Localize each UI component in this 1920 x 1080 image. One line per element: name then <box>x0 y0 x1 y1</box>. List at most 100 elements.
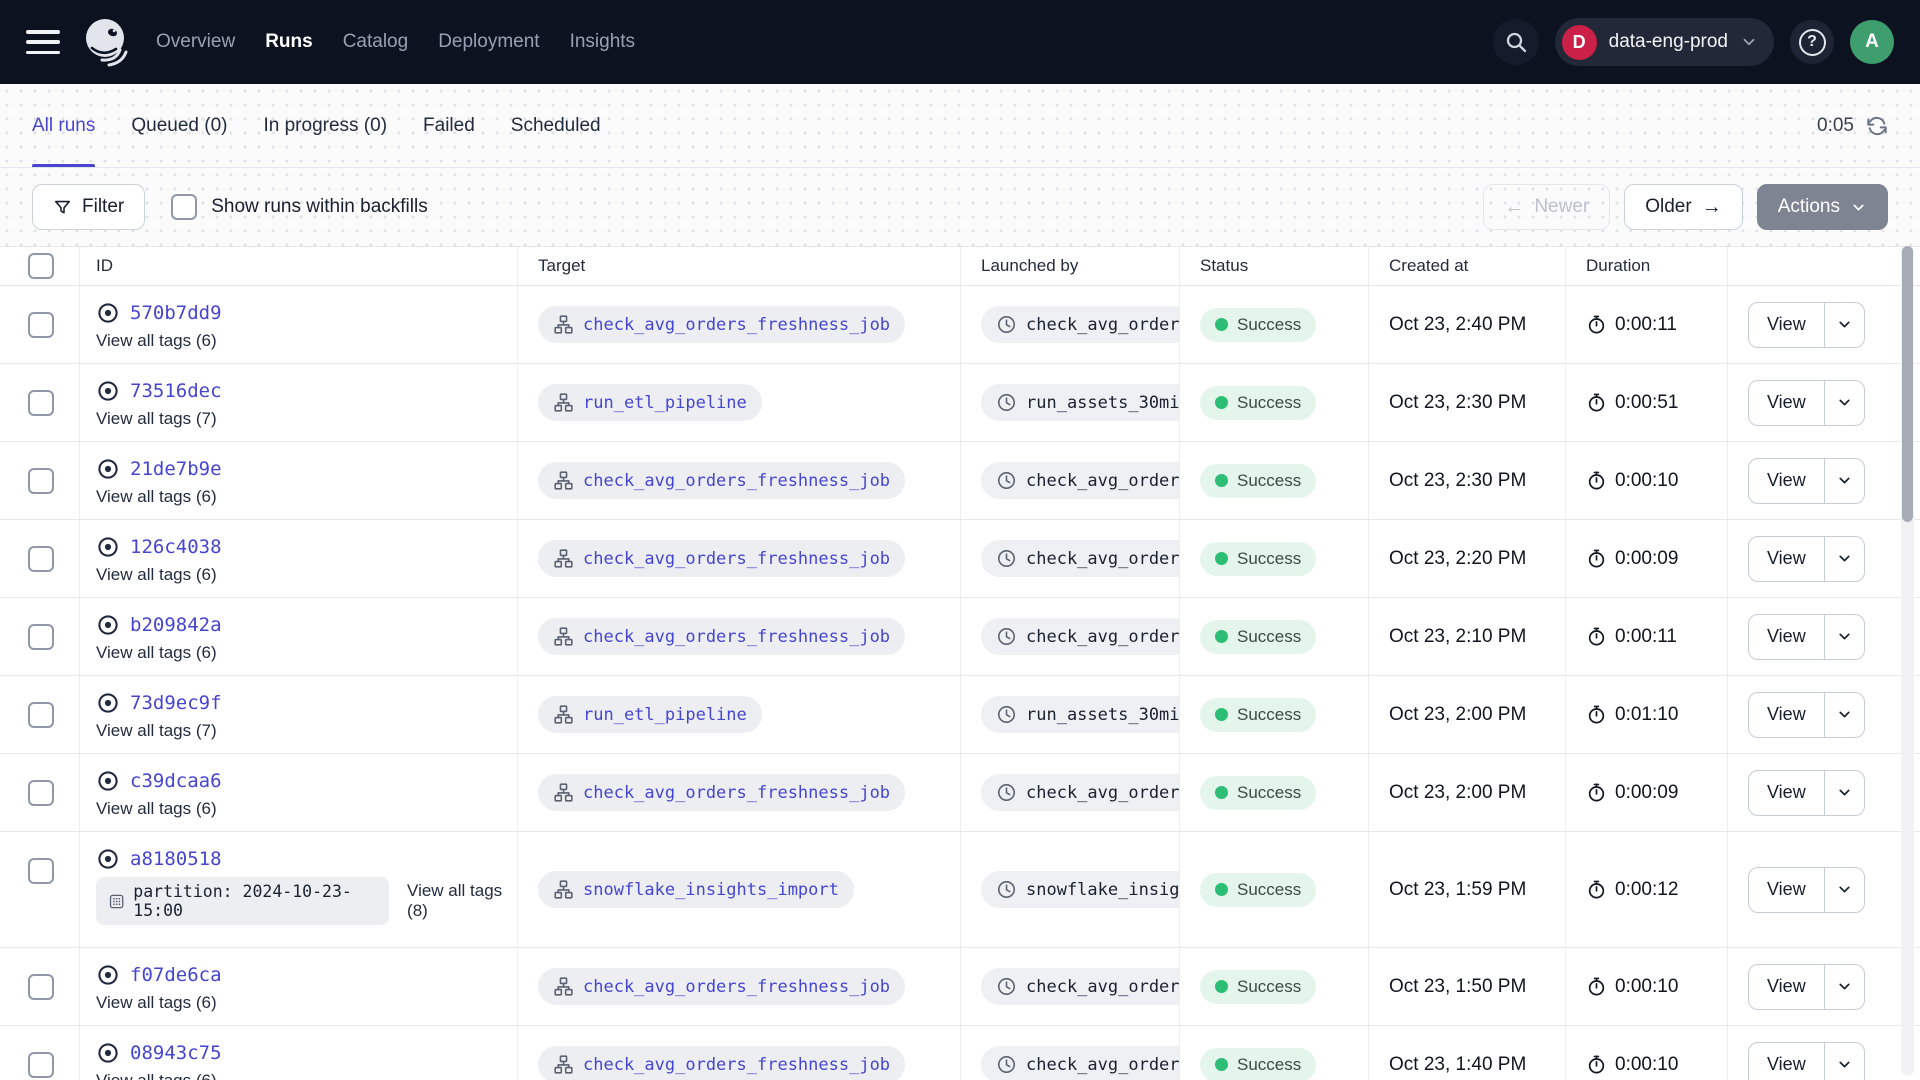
view-dropdown-toggle[interactable] <box>1824 459 1864 503</box>
launched-by-pill[interactable]: check_avg_order… <box>981 618 1180 655</box>
tab-in-progress[interactable]: In progress (0) <box>263 84 387 167</box>
launched-by-pill[interactable]: check_avg_order… <box>981 774 1180 811</box>
dagster-logo-icon[interactable] <box>82 16 130 68</box>
nav-item-runs[interactable]: Runs <box>265 31 313 53</box>
view-dropdown-toggle[interactable] <box>1824 868 1864 912</box>
launched-by-pill[interactable]: run_assets_30min <box>981 384 1180 421</box>
target-job-pill[interactable]: check_avg_orders_freshness_job <box>538 618 905 655</box>
filter-button[interactable]: Filter <box>32 184 145 230</box>
target-job-pill[interactable]: check_avg_orders_freshness_job <box>538 1046 905 1080</box>
row-checkbox[interactable] <box>28 624 54 650</box>
row-checkbox[interactable] <box>28 468 54 494</box>
view-button[interactable]: View <box>1749 459 1824 503</box>
tab-all-runs[interactable]: All runs <box>32 84 95 167</box>
run-id-link[interactable]: f07de6ca <box>130 964 222 986</box>
view-dropdown-toggle[interactable] <box>1824 537 1864 581</box>
view-button[interactable]: View <box>1749 771 1824 815</box>
launched-by-pill[interactable]: check_avg_order… <box>981 462 1180 499</box>
tab-scheduled[interactable]: Scheduled <box>511 84 601 167</box>
run-id-link[interactable]: 126c4038 <box>130 536 222 558</box>
row-checkbox[interactable] <box>28 974 54 1000</box>
select-all-checkbox[interactable] <box>28 253 54 279</box>
view-button[interactable]: View <box>1749 537 1824 581</box>
view-all-tags-link[interactable]: View all tags (7) <box>96 721 217 741</box>
launched-by-pill[interactable]: check_avg_order… <box>981 1046 1180 1080</box>
launched-by-pill[interactable]: check_avg_order… <box>981 306 1180 343</box>
target-job-pill[interactable]: run_etl_pipeline <box>538 384 762 421</box>
view-all-tags-link[interactable]: View all tags (8) <box>407 881 517 921</box>
run-id-link[interactable]: 570b7dd9 <box>130 302 222 324</box>
run-id-link[interactable]: 73d9ec9f <box>130 692 222 714</box>
search-icon <box>1504 30 1528 54</box>
view-all-tags-link[interactable]: View all tags (6) <box>96 799 217 819</box>
user-avatar[interactable]: A <box>1850 20 1894 64</box>
launched-by-label: check_avg_order… <box>1026 1055 1180 1075</box>
run-id-link[interactable]: 21de7b9e <box>130 458 222 480</box>
row-checkbox[interactable] <box>28 780 54 806</box>
backfills-checkbox[interactable] <box>171 194 197 220</box>
nav-item-insights[interactable]: Insights <box>570 31 635 53</box>
target-job-pill[interactable]: check_avg_orders_freshness_job <box>538 774 905 811</box>
nav-item-deployment[interactable]: Deployment <box>438 31 539 53</box>
view-all-tags-link[interactable]: View all tags (6) <box>96 331 217 351</box>
row-checkbox[interactable] <box>28 702 54 728</box>
view-button[interactable]: View <box>1749 615 1824 659</box>
run-id-link[interactable]: c39dcaa6 <box>130 770 222 792</box>
target-job-pill[interactable]: run_etl_pipeline <box>538 696 762 733</box>
view-dropdown-toggle[interactable] <box>1824 693 1864 737</box>
view-all-tags-link[interactable]: View all tags (6) <box>96 993 217 1013</box>
actions-button[interactable]: Actions <box>1757 184 1888 230</box>
search-button[interactable] <box>1493 19 1539 65</box>
row-checkbox[interactable] <box>28 546 54 572</box>
row-checkbox[interactable] <box>28 1052 54 1078</box>
view-button[interactable]: View <box>1749 381 1824 425</box>
target-job-pill[interactable]: snowflake_insights_import <box>538 871 854 908</box>
view-dropdown-toggle[interactable] <box>1824 771 1864 815</box>
partition-tag[interactable]: partition: 2024-10-23-15:00 <box>96 877 389 925</box>
view-dropdown-toggle[interactable] <box>1824 1043 1864 1080</box>
help-button[interactable]: ? <box>1790 20 1834 64</box>
run-id-link[interactable]: 08943c75 <box>130 1042 222 1064</box>
view-button[interactable]: View <box>1749 303 1824 347</box>
view-dropdown-toggle[interactable] <box>1824 381 1864 425</box>
target-job-pill[interactable]: check_avg_orders_freshness_job <box>538 540 905 577</box>
tab-queued[interactable]: Queued (0) <box>131 84 227 167</box>
refresh-icon[interactable] <box>1866 115 1888 137</box>
view-button[interactable]: View <box>1749 965 1824 1009</box>
view-all-tags-link[interactable]: View all tags (6) <box>96 643 217 663</box>
launched-by-pill[interactable]: run_assets_30min <box>981 696 1180 733</box>
target-job-pill[interactable]: check_avg_orders_freshness_job <box>538 462 905 499</box>
row-checkbox[interactable] <box>28 312 54 338</box>
view-dropdown-toggle[interactable] <box>1824 615 1864 659</box>
newer-button[interactable]: ← Newer <box>1483 184 1610 230</box>
row-checkbox[interactable] <box>28 390 54 416</box>
vertical-scrollbar[interactable] <box>1901 246 1914 1076</box>
view-button[interactable]: View <box>1749 1043 1824 1080</box>
run-id-link[interactable]: 73516dec <box>130 380 222 402</box>
view-all-tags-link[interactable]: View all tags (6) <box>96 1071 217 1080</box>
launched-by-pill[interactable]: snowflake_insight… <box>981 871 1180 908</box>
view-dropdown-toggle[interactable] <box>1824 303 1864 347</box>
target-job-pill[interactable]: check_avg_orders_freshness_job <box>538 306 905 343</box>
run-id-link[interactable]: b209842a <box>130 614 222 636</box>
deployment-switcher[interactable]: D data-eng-prod <box>1555 18 1774 66</box>
nav-item-catalog[interactable]: Catalog <box>343 31 409 53</box>
run-id-link[interactable]: a8180518 <box>130 848 222 870</box>
view-all-tags-link[interactable]: View all tags (7) <box>96 409 217 429</box>
older-button[interactable]: Older → <box>1624 184 1742 230</box>
chevron-down-icon <box>1740 33 1758 51</box>
launched-by-pill[interactable]: check_avg_order… <box>981 540 1180 577</box>
launched-by-pill[interactable]: check_avg_order… <box>981 968 1180 1005</box>
view-dropdown-toggle[interactable] <box>1824 965 1864 1009</box>
view-button[interactable]: View <box>1749 693 1824 737</box>
table-row: 73d9ec9f View all tags (7) <box>0 676 1920 754</box>
hamburger-menu-icon[interactable] <box>26 30 60 54</box>
view-button[interactable]: View <box>1749 868 1824 912</box>
scrollbar-thumb[interactable] <box>1902 246 1913 522</box>
view-all-tags-link[interactable]: View all tags (6) <box>96 487 217 507</box>
target-job-pill[interactable]: check_avg_orders_freshness_job <box>538 968 905 1005</box>
nav-item-overview[interactable]: Overview <box>156 31 235 53</box>
tab-failed[interactable]: Failed <box>423 84 475 167</box>
row-checkbox[interactable] <box>28 858 54 884</box>
view-all-tags-link[interactable]: View all tags (6) <box>96 565 217 585</box>
